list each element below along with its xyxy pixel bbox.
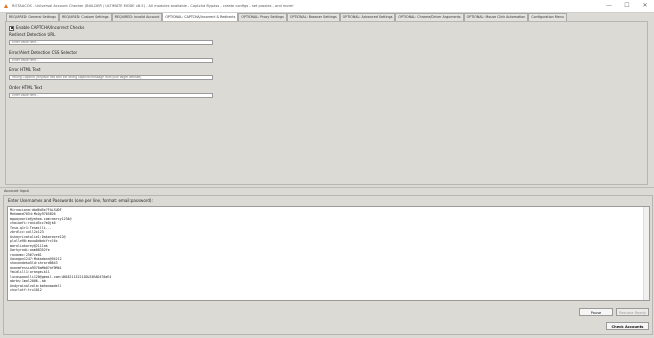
- accounts-lines: Mirnaciana:dbd6d5e7FALSUDF Mohamed7054:M…: [10, 208, 111, 293]
- accounts-textarea-label: Enter Usernames and Passwords (one per l…: [8, 198, 153, 203]
- order-html-label: Order HTML Text: [9, 85, 43, 90]
- error-html-label: Error HTML Text: [9, 67, 41, 72]
- maximize-button[interactable]: ☐: [618, 0, 636, 12]
- tab-mouse-click-automation[interactable]: OPTIONAL: Mouse Click Automation: [463, 13, 529, 21]
- tab-advanced-settings[interactable]: OPTIONAL: Advanced Settings: [339, 13, 396, 21]
- window-title: ROTAACOS - Universal Account Checker (BU…: [12, 4, 294, 8]
- enable-captcha-checkbox[interactable]: [9, 25, 14, 31]
- error-selector-input[interactable]: [9, 58, 213, 63]
- error-html-input[interactable]: [9, 75, 213, 80]
- minimize-button[interactable]: —: [600, 0, 618, 12]
- check-accounts-button[interactable]: Check Accounts: [606, 322, 649, 330]
- tab-captcha-redirects[interactable]: OPTIONAL: CAPTCHA/Incorrect & Redirects: [162, 13, 239, 21]
- settings-tabs: REQUIRED: General Settings REQUIRED: Cus…: [6, 13, 648, 21]
- account-line: churlotf:trx1012: [10, 288, 42, 293]
- tab-general-settings[interactable]: REQUIRED: General Settings: [6, 13, 59, 21]
- order-html-input[interactable]: [9, 93, 213, 98]
- tab-configuration-menu[interactable]: Configuration Menu: [528, 13, 567, 21]
- accounts-scrollbar[interactable]: [643, 207, 649, 300]
- tab-custom-settings[interactable]: REQUIRED: Custom Settings: [59, 13, 112, 21]
- account-input-panel: Enter Usernames and Passwords (one per l…: [3, 195, 653, 335]
- tab-chrome-driver-arguments[interactable]: OPTIONAL: Chrome/Driver Arguments: [395, 13, 464, 21]
- captcha-settings-panel: Enable CAPTCHA/Incorrect Checks Redirect…: [5, 21, 648, 185]
- pane-divider[interactable]: [0, 187, 654, 188]
- enable-captcha-label: Enable CAPTCHA/Incorrect Checks: [16, 25, 85, 30]
- redirect-url-label: Redirect Detection URL: [9, 32, 56, 37]
- close-button[interactable]: ✕: [636, 0, 654, 12]
- app-icon: [4, 4, 8, 8]
- tab-browser-settings[interactable]: OPTIONAL: Browser Settings: [286, 13, 340, 21]
- tab-proxy-settings[interactable]: OPTIONAL: Proxy Settings: [238, 13, 287, 21]
- enable-captcha-checkbox-row[interactable]: Enable CAPTCHA/Incorrect Checks: [9, 25, 84, 31]
- account-input-section-label: Account Input: [4, 189, 29, 193]
- accounts-textarea[interactable]: Mirnaciana:dbd6d5e7FALSUDF Mohamed7054:M…: [7, 206, 650, 301]
- title-bar: ROTAACOS - Universal Account Checker (BU…: [0, 0, 654, 13]
- redirect-url-input[interactable]: [9, 40, 213, 45]
- tab-invalid-account[interactable]: REQUIRED: Invalid Account: [111, 13, 163, 21]
- pause-button[interactable]: Pause: [579, 308, 613, 316]
- error-selector-label: Error/Alert Detection CSS Selector: [9, 50, 78, 55]
- resume-button[interactable]: Resume Ready: [616, 308, 649, 316]
